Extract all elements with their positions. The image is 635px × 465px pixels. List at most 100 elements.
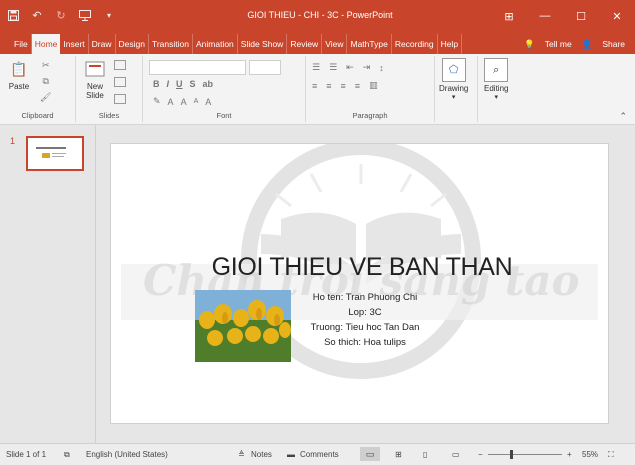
- outdent-icon[interactable]: ⇥: [363, 62, 371, 73]
- share-icon: 👤: [581, 38, 593, 49]
- tab-insert[interactable]: Insert: [60, 34, 89, 54]
- drawing-group: ⬠ Drawing ▾: [435, 56, 478, 122]
- font-size-box[interactable]: [249, 60, 281, 75]
- slide-thumbnail[interactable]: [26, 136, 84, 171]
- zoom-level[interactable]: 55%: [582, 450, 598, 459]
- indent-icon[interactable]: ⇤: [346, 62, 354, 73]
- slides-group: New Slide Slides: [76, 56, 143, 122]
- tab-mathtype[interactable]: MathType: [347, 34, 392, 54]
- tab-review[interactable]: Review: [287, 34, 323, 54]
- strike-button[interactable]: S: [190, 79, 196, 89]
- collapse-ribbon-icon[interactable]: ⌃: [619, 111, 627, 122]
- share-button[interactable]: Share: [602, 39, 625, 49]
- tab-help[interactable]: Help: [438, 34, 463, 54]
- align-right-icon[interactable]: ≡: [341, 81, 346, 91]
- close-button[interactable]: ✕: [599, 0, 635, 32]
- present-icon[interactable]: [78, 8, 92, 22]
- font-style-row: B I U S ab: [153, 79, 213, 89]
- info-class: Lop: 3C: [348, 307, 382, 318]
- shadow-button[interactable]: ab: [203, 79, 214, 89]
- window-controls: ⊞ — ☐ ✕: [491, 0, 635, 32]
- info-hobby: So thich: Hoa tulips: [324, 337, 406, 348]
- underline-button[interactable]: U: [176, 79, 183, 89]
- paragraph-label: Paragraph: [352, 111, 388, 120]
- align-left-icon[interactable]: ≡: [312, 81, 317, 91]
- slide-canvas[interactable]: Chan troi sang tao GIOI THIEU VE BAN THA…: [110, 143, 609, 424]
- italic-button[interactable]: I: [167, 79, 170, 89]
- copy-icon[interactable]: ⧉: [43, 76, 49, 87]
- customize-icon[interactable]: ▾: [102, 8, 116, 22]
- tab-draw[interactable]: Draw: [89, 34, 116, 54]
- bullets-icon[interactable]: ☰: [312, 62, 320, 73]
- line-spacing-icon[interactable]: ↕: [379, 63, 384, 73]
- slide-sorter-button[interactable]: ⊞: [395, 450, 402, 459]
- slideshow-button[interactable]: ▭: [452, 450, 460, 459]
- highlight-icon[interactable]: ✎: [153, 96, 161, 107]
- search-icon: ⌕: [484, 58, 509, 82]
- editing-group: ⌕ Editing ▾: [478, 56, 524, 122]
- redo-icon[interactable]: ↻: [54, 8, 68, 22]
- justify-icon[interactable]: ≡: [355, 81, 360, 91]
- zoom-slider[interactable]: [488, 454, 562, 455]
- shrink-font-button[interactable]: A: [194, 98, 199, 105]
- lightbulb-icon: 💡: [524, 38, 535, 49]
- new-slide-button[interactable]: New Slide: [80, 58, 110, 100]
- tab-design[interactable]: Design: [116, 34, 149, 54]
- slides-label: Slides: [98, 111, 120, 120]
- tab-slide-show[interactable]: Slide Show: [238, 34, 288, 54]
- paragraph-group: ☰ ☰ ⇤ ⇥ ↕ ≡ ≡ ≡ ≡ ▥ Paragraph: [306, 56, 435, 122]
- clear-format-button[interactable]: A: [205, 97, 211, 107]
- font-color-button[interactable]: A: [168, 97, 174, 107]
- grow-font-button[interactable]: A: [181, 97, 187, 107]
- comments-button[interactable]: Comments: [300, 450, 339, 459]
- undo-icon[interactable]: ↶: [30, 8, 44, 22]
- section-icon[interactable]: [114, 94, 126, 104]
- slide-title[interactable]: GIOI THIEU VE BAN THAN: [197, 253, 527, 282]
- tab-home[interactable]: Home: [31, 34, 61, 54]
- notes-button[interactable]: Notes: [251, 450, 272, 459]
- accessibility-icon[interactable]: ⧉: [64, 450, 70, 460]
- tell-me-input[interactable]: Tell me: [545, 39, 572, 49]
- tabs-right: 💡 Tell me 👤 Share: [524, 34, 635, 54]
- font-name-box[interactable]: [149, 60, 246, 75]
- tab-recording[interactable]: Recording: [392, 34, 438, 54]
- clipboard-group: 📋 Paste ✂ ⧉ 🖌 Clipboard: [0, 56, 76, 122]
- zoom-out-button[interactable]: −: [478, 450, 483, 459]
- normal-view-button[interactable]: ▭: [360, 447, 380, 461]
- notes-icon: ≜: [238, 450, 245, 459]
- comments-icon: ▬: [287, 450, 295, 459]
- save-icon[interactable]: [6, 8, 20, 22]
- layout-icon[interactable]: [114, 60, 126, 70]
- bold-button[interactable]: B: [153, 79, 160, 89]
- editing-button[interactable]: ⌕ Editing ▾: [484, 58, 508, 102]
- paragraph-row-1: ☰ ☰ ⇤ ⇥ ↕: [312, 62, 384, 73]
- ribbon-display-icon[interactable]: ⊞: [491, 0, 527, 32]
- slide-thumbnails-pane: 1: [0, 125, 96, 443]
- format-painter-icon[interactable]: 🖌: [40, 92, 51, 103]
- minimize-button[interactable]: —: [527, 0, 563, 32]
- reading-view-button[interactable]: ▯: [423, 450, 427, 459]
- fit-slide-icon[interactable]: ⛶: [608, 450, 614, 460]
- tab-animation[interactable]: Animation: [193, 34, 238, 54]
- reset-icon[interactable]: [114, 77, 126, 87]
- maximize-button[interactable]: ☐: [563, 0, 599, 32]
- tab-file[interactable]: File: [0, 34, 32, 54]
- font-group: B I U S ab ✎ A A A A Font: [143, 56, 306, 122]
- paste-button[interactable]: 📋 Paste: [8, 58, 30, 92]
- columns-icon[interactable]: ▥: [369, 80, 378, 91]
- align-center-icon[interactable]: ≡: [326, 81, 331, 91]
- cut-icon[interactable]: ✂: [42, 60, 50, 71]
- tulips-photo[interactable]: [195, 290, 291, 362]
- title-bar: ↶ ↻ ▾ GIOI THIEU - CHI - 3C - PowerPoint…: [0, 0, 635, 32]
- font-label: Font: [216, 111, 232, 120]
- zoom-in-button[interactable]: +: [567, 450, 572, 459]
- clipboard-label: Clipboard: [21, 111, 54, 120]
- profile-info[interactable]: Ho ten: Tran Phuong Chi Lop: 3C Truong: …: [285, 290, 445, 350]
- zoom-slider-thumb[interactable]: [510, 450, 513, 459]
- drawing-button[interactable]: ⬠ Drawing ▾: [439, 58, 468, 102]
- language-status[interactable]: English (United States): [86, 450, 168, 459]
- numbering-icon[interactable]: ☰: [329, 62, 337, 73]
- tab-transition[interactable]: Transition: [149, 34, 193, 54]
- chevron-down-icon: ▾: [451, 94, 456, 101]
- tab-view[interactable]: View: [322, 34, 348, 54]
